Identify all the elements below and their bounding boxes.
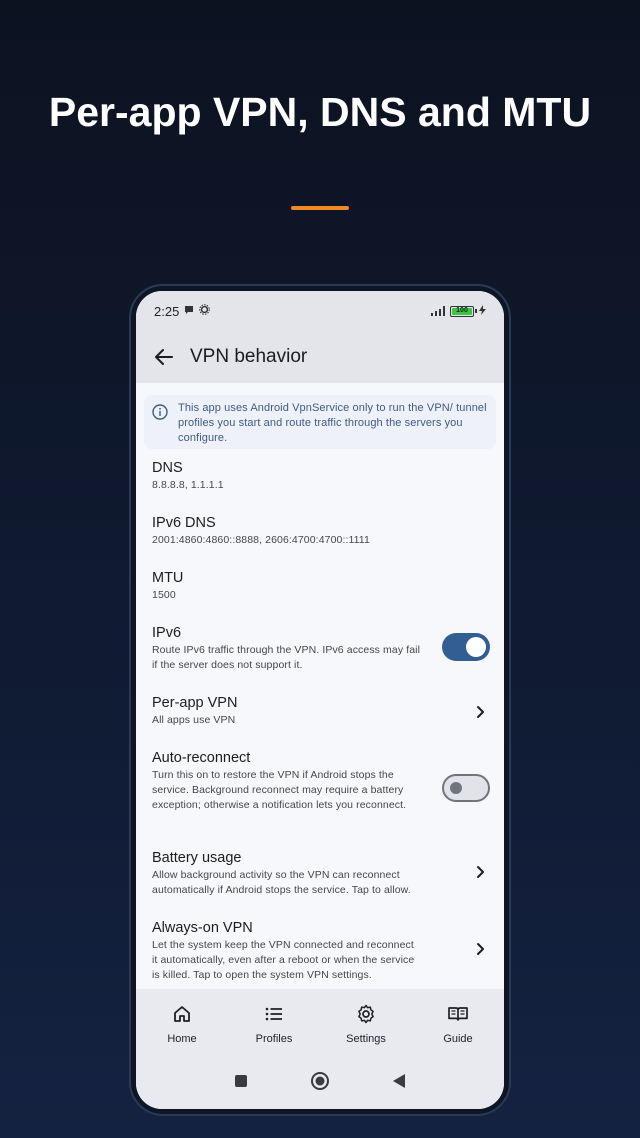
setting-subtitle: 1500 bbox=[152, 589, 176, 601]
auto-reconnect-toggle[interactable] bbox=[442, 774, 490, 802]
chevron-right-icon bbox=[472, 941, 488, 957]
status-right: 100 bbox=[430, 304, 486, 318]
nav-profiles[interactable]: Profiles bbox=[228, 989, 320, 1057]
toggle-knob bbox=[466, 637, 486, 657]
setting-subtitle: Turn this on to restore the VPN if Andro… bbox=[152, 769, 407, 811]
setting-title: Auto-reconnect bbox=[152, 750, 251, 766]
page-title: VPN behavior bbox=[190, 346, 308, 367]
info-icon bbox=[152, 404, 168, 420]
setting-ipv6-dns[interactable]: IPv6 DNS 2001:4860:4860::8888, 2606:4700… bbox=[152, 514, 490, 548]
message-icon bbox=[184, 305, 194, 318]
setting-title: Battery usage bbox=[152, 850, 242, 866]
setting-subtitle: 2001:4860:4860::8888, 2606:4700:4700::11… bbox=[152, 534, 370, 546]
setting-title: MTU bbox=[152, 570, 184, 586]
setting-per-app-vpn[interactable]: Per-app VPN All apps use VPN bbox=[152, 694, 490, 730]
setting-ipv6[interactable]: IPv6 Route IPv6 traffic through the VPN.… bbox=[152, 624, 490, 674]
bottom-navigation: Home Profiles Settings Guide bbox=[136, 989, 504, 1057]
book-icon bbox=[447, 1003, 469, 1025]
back-arrow-icon[interactable] bbox=[152, 345, 176, 369]
phone-screen: 2:25 100 VPN behavior This app uses Andr… bbox=[136, 291, 504, 1109]
setting-subtitle: Let the system keep the VPN connected an… bbox=[152, 939, 415, 981]
status-bar: 2:25 100 bbox=[136, 291, 504, 331]
status-time: 2:25 bbox=[154, 303, 180, 319]
setting-title: Per-app VPN bbox=[152, 695, 238, 711]
battery-icon: 100 bbox=[450, 305, 477, 317]
chevron-right-icon bbox=[472, 864, 488, 880]
recents-square-icon[interactable] bbox=[234, 1074, 248, 1093]
home-icon bbox=[171, 1003, 193, 1025]
setting-title: IPv6 DNS bbox=[152, 515, 216, 531]
setting-always-on-vpn[interactable]: Always-on VPN Let the system keep the VP… bbox=[152, 919, 490, 981]
setting-subtitle: Route IPv6 traffic through the VPN. IPv6… bbox=[152, 644, 421, 671]
setting-mtu[interactable]: MTU 1500 bbox=[152, 569, 490, 603]
setting-auto-reconnect[interactable]: Auto-reconnect Turn this on to restore t… bbox=[152, 749, 490, 825]
signal-icon bbox=[430, 306, 445, 316]
setting-title: IPv6 bbox=[152, 625, 182, 641]
nav-guide[interactable]: Guide bbox=[412, 989, 504, 1057]
nav-label: Guide bbox=[443, 1033, 473, 1045]
charging-icon bbox=[479, 304, 486, 318]
nav-home[interactable]: Home bbox=[136, 989, 228, 1057]
setting-battery-usage[interactable]: Battery usage Allow background activity … bbox=[152, 849, 490, 896]
nav-settings[interactable]: Settings bbox=[320, 989, 412, 1057]
list-icon bbox=[263, 1003, 285, 1025]
setting-title: DNS bbox=[152, 460, 183, 476]
headline-accent-bar bbox=[291, 206, 349, 210]
setting-dns[interactable]: DNS 8.8.8.8, 1.1.1.1 bbox=[152, 459, 490, 493]
gear-icon bbox=[355, 1003, 377, 1025]
battery-level: 100 bbox=[452, 307, 472, 315]
back-triangle-icon[interactable] bbox=[392, 1073, 406, 1094]
toggle-knob bbox=[450, 782, 462, 794]
setting-title: Always-on VPN bbox=[152, 920, 253, 936]
settings-content[interactable]: This app uses Android VpnService only to… bbox=[136, 383, 504, 989]
chevron-right-icon bbox=[472, 704, 488, 720]
nav-label: Settings bbox=[346, 1033, 386, 1045]
nav-label: Home bbox=[167, 1033, 197, 1045]
app-bar: VPN behavior bbox=[136, 331, 504, 383]
system-navigation bbox=[136, 1057, 504, 1109]
info-banner: This app uses Android VpnService only to… bbox=[144, 395, 496, 449]
ipv6-toggle[interactable] bbox=[442, 633, 490, 661]
info-text: This app uses Android VpnService only to… bbox=[178, 402, 487, 444]
settings-status-icon bbox=[199, 304, 211, 318]
setting-subtitle: Allow background activity so the VPN can… bbox=[152, 869, 411, 896]
promo-headline: Per-app VPN, DNS and MTU bbox=[48, 89, 592, 135]
nav-label: Profiles bbox=[255, 1033, 293, 1045]
setting-subtitle: All apps use VPN bbox=[152, 714, 236, 726]
home-circle-icon[interactable] bbox=[310, 1071, 330, 1096]
setting-subtitle: 8.8.8.8, 1.1.1.1 bbox=[152, 479, 224, 491]
